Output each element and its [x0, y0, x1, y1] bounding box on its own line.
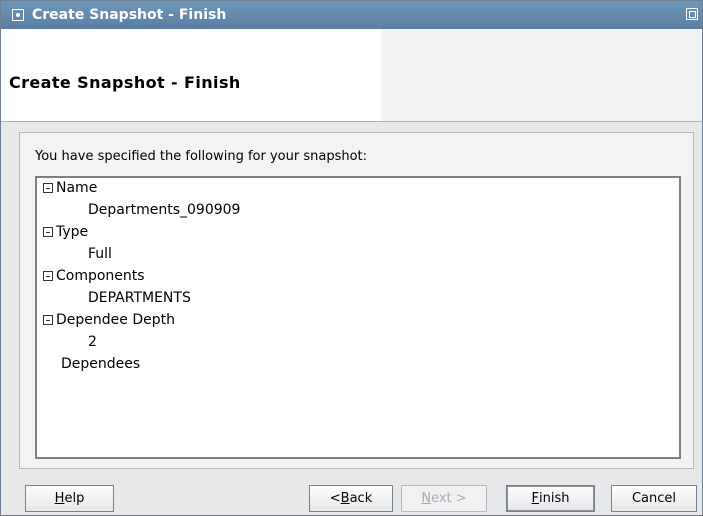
window-title: Create Snapshot - Finish	[32, 7, 227, 23]
tree-node-dependee-depth[interactable]: Dependee Depth	[43, 312, 175, 328]
tree-blank-area	[458, 198, 679, 293]
back-mnemonic: B	[340, 491, 350, 506]
tree-node-label: Type	[56, 224, 89, 240]
collapse-node-icon[interactable]	[43, 271, 53, 281]
collapse-node-icon[interactable]	[43, 183, 53, 193]
tree-node-components[interactable]: Components	[43, 268, 145, 284]
tree-value-dependee-depth: 2	[88, 334, 97, 350]
next-label: ext >	[431, 491, 467, 506]
finish-label: inish	[539, 491, 570, 506]
next-mnemonic: N	[421, 491, 432, 506]
tree-node-dependees[interactable]: Dependees	[61, 356, 140, 372]
tree-node-name[interactable]: Name	[43, 180, 97, 196]
back-label: ack	[349, 491, 373, 506]
wizard-header: Create Snapshot - Finish	[1, 29, 702, 121]
help-mnemonic: H	[54, 491, 65, 506]
restore-icon[interactable]	[686, 8, 698, 20]
next-button[interactable]: Next >	[401, 485, 487, 512]
tree-node-label: Dependee Depth	[56, 312, 175, 328]
window-menu-icon[interactable]	[12, 9, 24, 21]
tree-value-type: Full	[88, 246, 112, 262]
summary-panel: You have specified the following for you…	[19, 132, 694, 469]
tree-node-label: Name	[56, 180, 98, 196]
summary-intro: You have specified the following for you…	[35, 149, 368, 164]
back-prefix: <	[329, 491, 341, 506]
tree-node-type[interactable]: Type	[43, 224, 88, 240]
title-bar[interactable]: Create Snapshot - Finish	[1, 1, 702, 29]
tree-node-label: Components	[56, 268, 145, 284]
page-title: Create Snapshot - Finish	[9, 73, 241, 92]
back-button[interactable]: < Back	[309, 485, 393, 512]
tree-value-components: DEPARTMENTS	[88, 290, 191, 306]
collapse-node-icon[interactable]	[43, 227, 53, 237]
tree-value-name: Departments_090909	[88, 202, 241, 218]
help-button[interactable]: Help	[25, 485, 114, 512]
header-divider	[1, 121, 702, 122]
finish-mnemonic: F	[531, 491, 539, 506]
collapse-node-icon[interactable]	[43, 315, 53, 325]
finish-button[interactable]: Finish	[506, 485, 595, 512]
header-banner	[381, 29, 702, 121]
summary-tree[interactable]: Name Departments_090909 Type Full Compon…	[35, 176, 681, 459]
create-snapshot-dialog: Create Snapshot - Finish Create Snapshot…	[0, 0, 703, 516]
cancel-button[interactable]: Cancel	[611, 485, 697, 512]
help-label: elp	[64, 491, 85, 506]
